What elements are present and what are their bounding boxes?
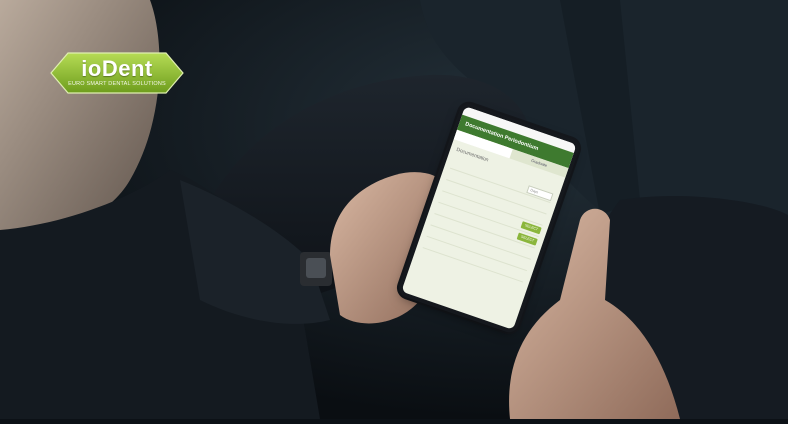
logo-tagline: EURO SMART DENTAL SOLUTIONS	[68, 81, 166, 87]
iodent-logo: ioDent EURO SMART DENTAL SOLUTIONS	[50, 52, 184, 94]
logo-wordmark: ioDent	[81, 56, 153, 81]
